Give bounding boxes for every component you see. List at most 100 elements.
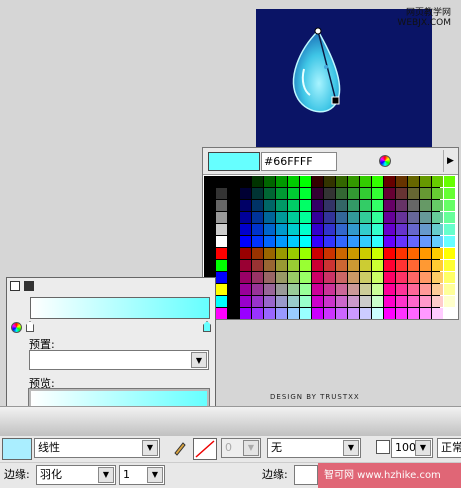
swatch-cell[interactable] xyxy=(252,188,263,199)
swatch-cell[interactable] xyxy=(420,212,431,223)
swatch-cell[interactable] xyxy=(384,308,395,319)
swatch-cell[interactable] xyxy=(360,272,371,283)
gradient-stop-left-icon[interactable] xyxy=(26,321,34,332)
swatch-cell[interactable] xyxy=(288,176,299,187)
swatch-cell[interactable] xyxy=(432,296,443,307)
swatch-cell[interactable] xyxy=(420,248,431,259)
swatch-cell[interactable] xyxy=(408,236,419,247)
swatch-cell[interactable] xyxy=(432,308,443,319)
swatch-cell[interactable] xyxy=(420,260,431,271)
swatch-cell[interactable] xyxy=(312,200,323,211)
swatch-cell[interactable] xyxy=(444,296,455,307)
swatch-cell[interactable] xyxy=(444,212,455,223)
swatch-cell[interactable] xyxy=(384,272,395,283)
swatch-cell[interactable] xyxy=(264,188,275,199)
swatch-cell[interactable] xyxy=(252,176,263,187)
swatch-cell[interactable] xyxy=(408,224,419,235)
swatch-cell[interactable] xyxy=(420,296,431,307)
swatch-cell[interactable] xyxy=(372,284,383,295)
swatch-cell[interactable] xyxy=(240,296,251,307)
swatch-cell[interactable] xyxy=(240,272,251,283)
swatch-cell[interactable] xyxy=(312,308,323,319)
swatch-cell[interactable] xyxy=(216,176,227,187)
swatch-cell[interactable] xyxy=(336,224,347,235)
swatch-cell[interactable] xyxy=(384,200,395,211)
swatch-cell[interactable] xyxy=(432,200,443,211)
swatch-cell[interactable] xyxy=(360,296,371,307)
edge-amount-field[interactable]: 1 ▼ xyxy=(119,465,165,485)
swatch-cell[interactable] xyxy=(420,224,431,235)
swatch-cell[interactable] xyxy=(420,200,431,211)
swatch-cell[interactable] xyxy=(276,176,287,187)
swatch-cell[interactable] xyxy=(312,296,323,307)
pencil-icon[interactable] xyxy=(172,440,188,456)
swatch-cell[interactable] xyxy=(288,236,299,247)
swatch-cell[interactable] xyxy=(252,236,263,247)
swatch-cell[interactable] xyxy=(264,272,275,283)
chevron-down-icon[interactable]: ▼ xyxy=(415,440,431,456)
swatch-cell[interactable] xyxy=(288,248,299,259)
swatch-cell[interactable] xyxy=(420,272,431,283)
swatch-cell[interactable] xyxy=(420,308,431,319)
swatch-cell[interactable] xyxy=(408,284,419,295)
swatch-cell[interactable] xyxy=(240,260,251,271)
swatch-cell[interactable] xyxy=(264,284,275,295)
swatch-cell[interactable] xyxy=(300,236,311,247)
swatch-cell[interactable] xyxy=(300,224,311,235)
swatch-cell[interactable] xyxy=(384,236,395,247)
swatch-cell[interactable] xyxy=(384,176,395,187)
fill-type-select[interactable]: 线性 ▼ xyxy=(34,438,160,458)
swatch-cell[interactable] xyxy=(396,236,407,247)
swatch-cell[interactable] xyxy=(372,200,383,211)
swatch-cell[interactable] xyxy=(324,308,335,319)
swatch-cell[interactable] xyxy=(288,260,299,271)
swatch-cell[interactable] xyxy=(300,212,311,223)
swatch-cell[interactable] xyxy=(348,176,359,187)
swatch-cell[interactable] xyxy=(252,260,263,271)
swatch-cell[interactable] xyxy=(240,200,251,211)
swatch-cell[interactable] xyxy=(252,248,263,259)
swatch-cell[interactable] xyxy=(300,296,311,307)
swatch-cell[interactable] xyxy=(384,224,395,235)
swatch-cell[interactable] xyxy=(324,284,335,295)
swatch-cell[interactable] xyxy=(264,248,275,259)
swatch-cell[interactable] xyxy=(240,308,251,319)
swatch-cell[interactable] xyxy=(216,236,227,247)
chevron-down-icon[interactable]: ▼ xyxy=(343,440,359,456)
swatch-cell[interactable] xyxy=(276,212,287,223)
swatch-cell[interactable] xyxy=(336,176,347,187)
swatch-cell[interactable] xyxy=(336,284,347,295)
swatch-cell[interactable] xyxy=(432,284,443,295)
swatch-cell[interactable] xyxy=(264,212,275,223)
swatch-cell[interactable] xyxy=(312,188,323,199)
fill-mode-icon[interactable] xyxy=(10,281,20,291)
color-wheel-icon[interactable] xyxy=(11,322,22,333)
swatch-cell[interactable] xyxy=(348,308,359,319)
swatch-cell[interactable] xyxy=(408,296,419,307)
swatch-cell[interactable] xyxy=(432,224,443,235)
swatch-cell[interactable] xyxy=(360,212,371,223)
swatch-cell[interactable] xyxy=(276,260,287,271)
swatch-cell[interactable] xyxy=(384,188,395,199)
swatch-cell[interactable] xyxy=(288,296,299,307)
swatch-cell[interactable] xyxy=(384,212,395,223)
swatch-cell[interactable] xyxy=(396,176,407,187)
swatch-cell[interactable] xyxy=(216,224,227,235)
swatch-cell[interactable] xyxy=(348,260,359,271)
swatch-cell[interactable] xyxy=(360,248,371,259)
swatch-cell[interactable] xyxy=(240,224,251,235)
swap-icon[interactable] xyxy=(24,281,34,291)
swatch-cell[interactable] xyxy=(360,188,371,199)
swatch-cell[interactable] xyxy=(348,200,359,211)
swatch-cell[interactable] xyxy=(396,272,407,283)
swatch-cell[interactable] xyxy=(444,200,455,211)
swatch-cell[interactable] xyxy=(276,272,287,283)
swatch-cell[interactable] xyxy=(372,224,383,235)
swatch-cell[interactable] xyxy=(264,224,275,235)
swatch-cell[interactable] xyxy=(264,260,275,271)
swatch-cell[interactable] xyxy=(432,212,443,223)
swatch-cell[interactable] xyxy=(276,236,287,247)
swatch-cell[interactable] xyxy=(372,308,383,319)
gradient-stop-right-icon[interactable] xyxy=(203,321,211,332)
swatch-cell[interactable] xyxy=(432,188,443,199)
